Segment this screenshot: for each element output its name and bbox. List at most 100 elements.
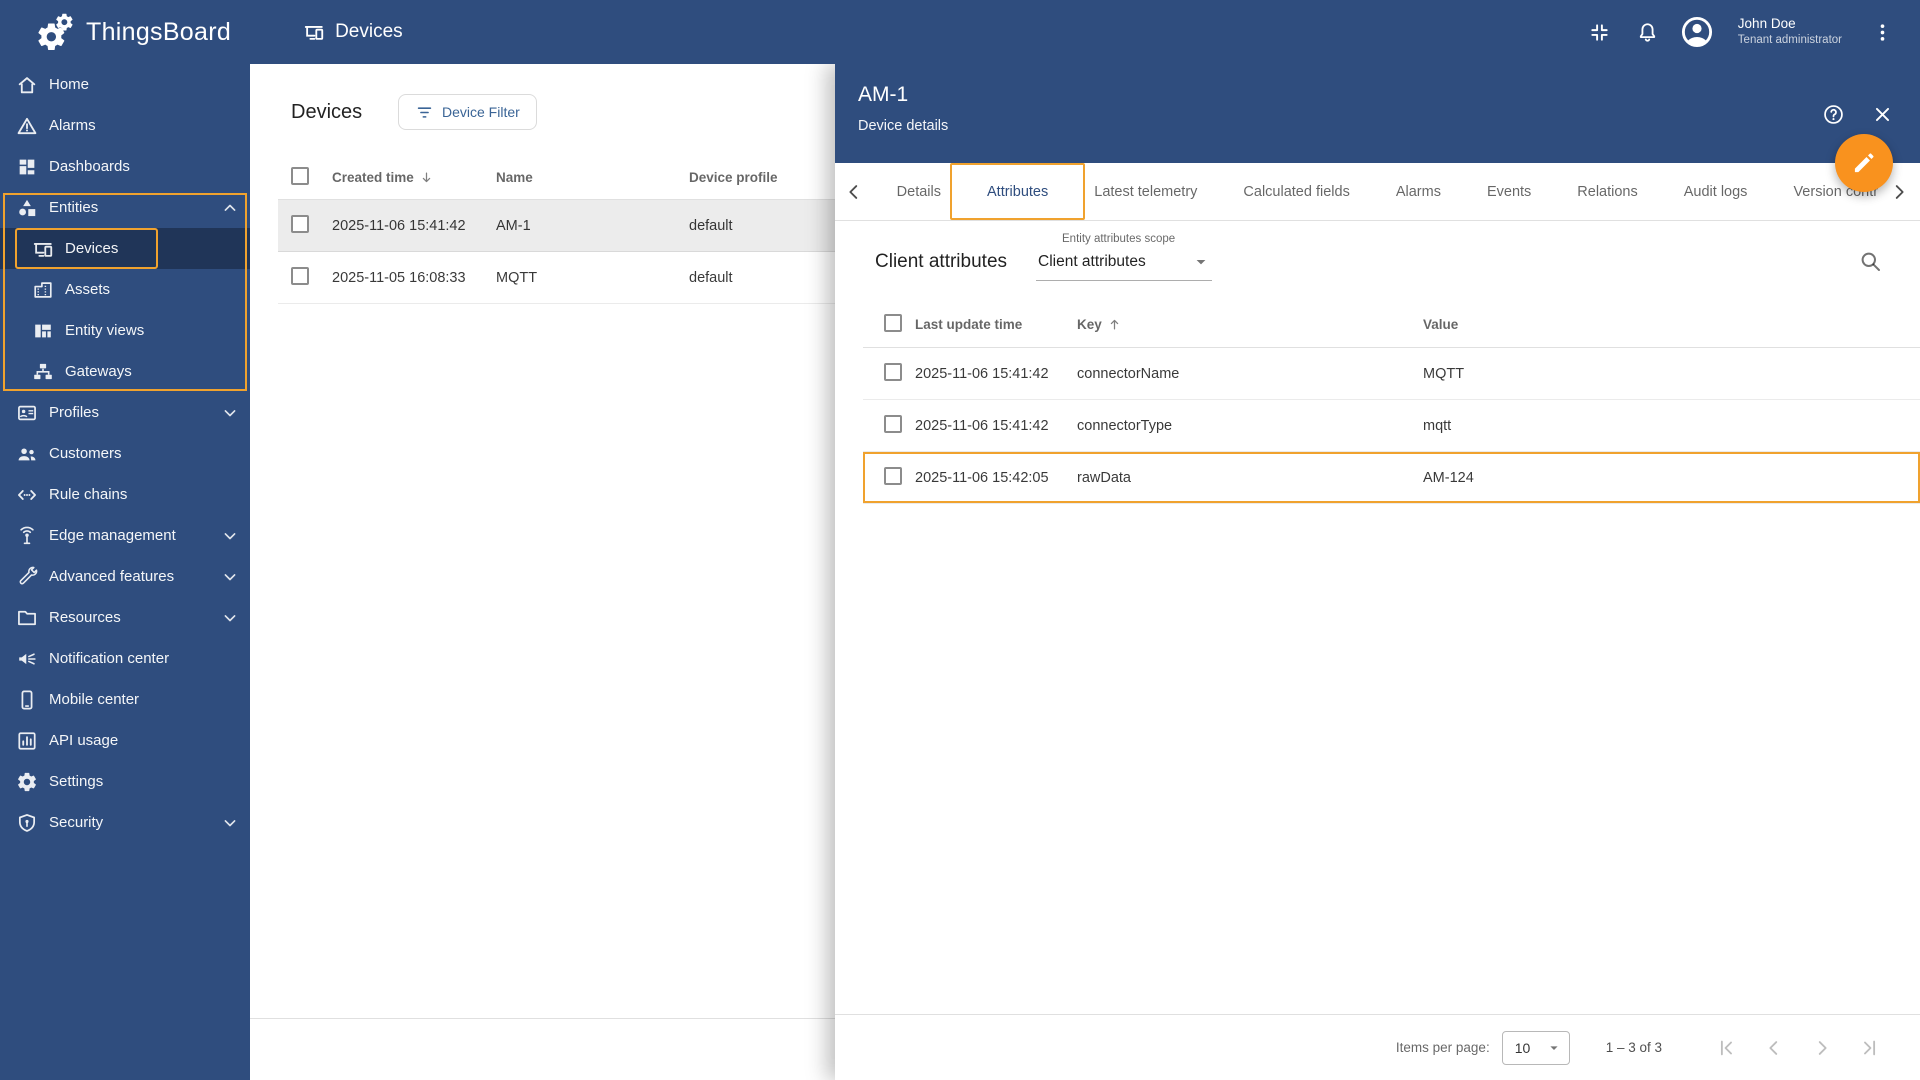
home-icon — [15, 74, 39, 96]
sidebar-item-advanced-features[interactable]: Advanced features — [0, 556, 250, 597]
customers-icon — [15, 443, 39, 465]
search-button[interactable] — [1850, 241, 1890, 281]
sidebar-item-label: Home — [49, 76, 90, 93]
column-label: Last update time — [915, 316, 1023, 332]
tab-label: Alarms — [1395, 183, 1441, 200]
attribute-row-connectortype[interactable]: 2025-11-06 15:41:42 connectorType mqtt — [863, 400, 1920, 452]
tab-audit-logs[interactable]: Audit logs — [1661, 163, 1771, 220]
tab-calculated-fields[interactable]: Calculated fields — [1220, 163, 1372, 220]
sidebar-item-dashboards[interactable]: Dashboards — [0, 146, 250, 187]
api-usage-icon — [15, 730, 39, 752]
sidebar-item-devices[interactable]: Devices — [0, 228, 250, 269]
sidebar-menu: Home Alarms Dashboards Entities Devices Asset… — [0, 64, 250, 843]
attribute-row-connectorname[interactable]: 2025-11-06 15:41:42 connectorName MQTT — [863, 348, 1920, 400]
row-checkbox[interactable] — [291, 266, 309, 285]
user-avatar[interactable] — [1676, 11, 1718, 53]
sidebar-item-assets[interactable]: Assets — [0, 269, 250, 310]
tab-relations[interactable]: Relations — [1554, 163, 1660, 220]
cell-value: MQTT — [1423, 365, 1465, 382]
device-filter-button[interactable]: Device Filter — [398, 94, 537, 130]
sidebar-item-entities[interactable]: Entities — [0, 187, 250, 228]
sidebar-item-resources[interactable]: Resources — [0, 597, 250, 638]
row-checkbox[interactable] — [884, 362, 902, 381]
first-page-button[interactable] — [1706, 1028, 1746, 1068]
close-icon — [1871, 103, 1894, 126]
sidebar-item-gateways[interactable]: Gateways — [0, 351, 250, 392]
sidebar-item-home[interactable]: Home — [0, 64, 250, 105]
page-breadcrumb: Devices — [303, 21, 403, 43]
devices-page-title: Devices — [291, 101, 363, 123]
column-label: Key — [1077, 316, 1102, 332]
column-header-created-time[interactable]: Created time — [332, 170, 496, 185]
sidebar-item-entity-views[interactable]: Entity views — [0, 310, 250, 351]
device-details-subtitle: Device details — [858, 118, 949, 134]
gateways-icon — [31, 361, 55, 383]
cell-key: connectorType — [1077, 417, 1173, 434]
entities-icon — [15, 197, 39, 219]
row-checkbox[interactable] — [291, 214, 309, 233]
filter-icon — [415, 103, 434, 122]
cell-created-time: 2025-11-06 15:41:42 — [332, 217, 466, 234]
tab-latest-telemetry[interactable]: Latest telemetry — [1071, 163, 1220, 220]
notification-center-icon — [15, 648, 39, 670]
attributes-scope-select[interactable]: Entity attributes scope Client attribute… — [1036, 233, 1212, 281]
thingsboard-logo-icon — [34, 11, 76, 53]
edge-management-icon — [15, 525, 39, 547]
sidebar-item-label: Edge management — [49, 527, 176, 544]
tab-events[interactable]: Events — [1464, 163, 1554, 220]
close-panel-button[interactable] — [1862, 94, 1902, 134]
help-button[interactable] — [1813, 94, 1853, 134]
select-all-checkbox[interactable] — [884, 313, 902, 332]
notifications-button[interactable] — [1628, 12, 1668, 52]
last-page-button[interactable] — [1850, 1028, 1890, 1068]
tab-alarms[interactable]: Alarms — [1373, 163, 1464, 220]
chevron-down-icon — [220, 567, 240, 587]
last-page-icon — [1859, 1037, 1881, 1059]
tab-label: Events — [1486, 183, 1532, 200]
app-root: ThingsBoard Devices John Doe Tenant admi… — [0, 0, 1920, 1080]
sidebar-item-profiles[interactable]: Profiles — [0, 392, 250, 433]
row-checkbox[interactable] — [884, 466, 902, 485]
tab-details[interactable]: Details — [874, 163, 964, 220]
previous-page-button[interactable] — [1754, 1028, 1794, 1068]
chevron-right-icon — [1888, 181, 1910, 203]
sidebar-item-rule-chains[interactable]: Rule chains — [0, 474, 250, 515]
sidebar-item-settings[interactable]: Settings — [0, 761, 250, 802]
tab-attributes[interactable]: Attributes — [949, 163, 1086, 220]
column-label: Value — [1423, 316, 1459, 332]
device-filter-label: Device Filter — [442, 104, 520, 120]
bell-icon — [1636, 21, 1659, 44]
sidebar-item-notification-center[interactable]: Notification center — [0, 638, 250, 679]
edit-device-fab[interactable] — [1835, 134, 1893, 192]
sidebar-item-mobile-center[interactable]: Mobile center — [0, 679, 250, 720]
column-label: Device profile — [689, 170, 778, 185]
sidebar-item-alarms[interactable]: Alarms — [0, 105, 250, 146]
sidebar-item-edge-management[interactable]: Edge management — [0, 515, 250, 556]
security-icon — [15, 812, 39, 834]
sidebar-item-security[interactable]: Security — [0, 802, 250, 843]
attribute-row-rawdata[interactable]: 2025-11-06 15:42:05 rawData AM-124 — [863, 452, 1920, 504]
next-page-button[interactable] — [1802, 1028, 1842, 1068]
cell-last-update-time: 2025-11-06 15:42:05 — [915, 469, 1049, 486]
thingsboard-logo[interactable]: ThingsBoard — [34, 11, 231, 53]
sidebar-item-customers[interactable]: Customers — [0, 433, 250, 474]
column-header-key[interactable]: Key — [1077, 317, 1423, 332]
sidebar-item-label: API usage — [49, 732, 119, 749]
sidebar-item-label: Entity views — [65, 322, 145, 339]
column-header-last-update-time[interactable]: Last update time — [915, 317, 1077, 332]
more-menu-button[interactable] — [1862, 12, 1902, 52]
select-all-checkbox[interactable] — [291, 167, 309, 185]
attributes-toolbar: Client attributes Entity attributes scop… — [835, 221, 1920, 301]
sidebar-item-label: Profiles — [49, 404, 100, 421]
tabs-scroll-left-button[interactable] — [835, 163, 874, 220]
column-header-name[interactable]: Name — [496, 170, 689, 185]
items-per-page-select[interactable]: 10 — [1501, 1030, 1570, 1065]
toggle-fullscreen-button[interactable] — [1580, 12, 1620, 52]
sidebar-item-api-usage[interactable]: API usage — [0, 720, 250, 761]
column-label: Name — [496, 170, 533, 185]
exit-fullscreen-icon — [1588, 21, 1611, 44]
row-checkbox[interactable] — [884, 414, 902, 433]
sidebar-item-label: Advanced features — [49, 568, 175, 585]
column-header-value[interactable]: Value — [1423, 317, 1920, 332]
sidebar-item-label: Assets — [65, 281, 111, 298]
